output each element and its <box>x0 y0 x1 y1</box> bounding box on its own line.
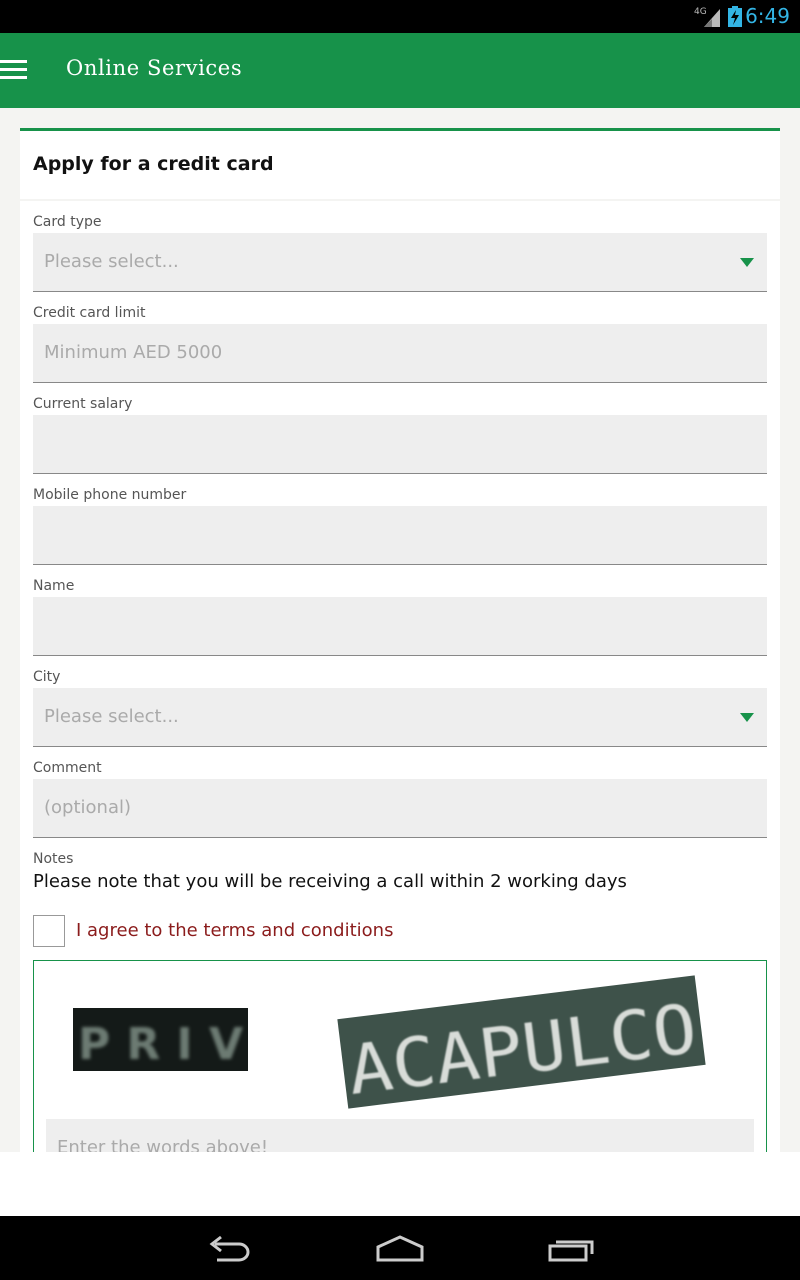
credit-limit-label: Credit card limit <box>33 305 146 321</box>
battery-charging-icon <box>728 6 742 27</box>
card-type-select[interactable]: Please select... <box>33 233 767 292</box>
form-card: Card type Please select... Credit card l… <box>20 201 780 1152</box>
hamburger-menu-icon[interactable] <box>0 60 27 80</box>
app-bar: Online Services <box>0 33 800 108</box>
credit-limit-input[interactable]: Minimum AED 5000 <box>33 324 767 383</box>
network-type-label: 4G <box>694 7 707 17</box>
content-area[interactable]: Apply for a credit card Card type Please… <box>0 108 800 1152</box>
salary-input[interactable] <box>33 415 767 474</box>
city-label: City <box>33 669 61 685</box>
form-header-card: Apply for a credit card <box>20 128 780 199</box>
card-type-label: Card type <box>33 214 102 230</box>
captcha-box: PRIV ACAPULCO Enter the words above! <box>33 960 767 1152</box>
status-bar: 4G 6:49 <box>0 0 800 33</box>
agree-checkbox[interactable] <box>33 915 65 947</box>
app-title: Online Services <box>66 56 243 80</box>
bottom-spacer <box>0 1152 800 1216</box>
recents-icon[interactable] <box>546 1234 596 1264</box>
comment-label: Comment <box>33 760 102 776</box>
name-label: Name <box>33 578 75 594</box>
captcha-image: PRIV ACAPULCO <box>73 975 706 1111</box>
clock: 6:49 <box>745 4 790 28</box>
name-input[interactable] <box>33 597 767 656</box>
salary-label: Current salary <box>33 396 133 412</box>
form-heading: Apply for a credit card <box>33 153 274 175</box>
city-select[interactable]: Please select... <box>33 688 767 747</box>
comment-placeholder: (optional) <box>44 797 131 818</box>
credit-limit-placeholder: Minimum AED 5000 <box>44 342 223 363</box>
notes-text: Please note that you will be receiving a… <box>33 871 627 892</box>
mobile-input[interactable] <box>33 506 767 565</box>
dropdown-arrow-icon <box>740 258 754 267</box>
captcha-input[interactable]: Enter the words above! <box>46 1119 754 1152</box>
signal-4g-icon: 4G <box>694 7 720 27</box>
card-type-placeholder: Please select... <box>44 251 179 272</box>
captcha-placeholder: Enter the words above! <box>57 1137 269 1152</box>
back-icon[interactable] <box>205 1234 255 1264</box>
notes-label: Notes <box>33 851 74 867</box>
mobile-label: Mobile phone number <box>33 487 187 503</box>
dropdown-arrow-icon <box>740 713 754 722</box>
comment-input[interactable]: (optional) <box>33 779 767 838</box>
agree-label[interactable]: I agree to the terms and conditions <box>76 920 393 941</box>
home-icon[interactable] <box>374 1234 426 1264</box>
city-placeholder: Please select... <box>44 706 179 727</box>
system-nav-bar <box>0 1216 800 1280</box>
